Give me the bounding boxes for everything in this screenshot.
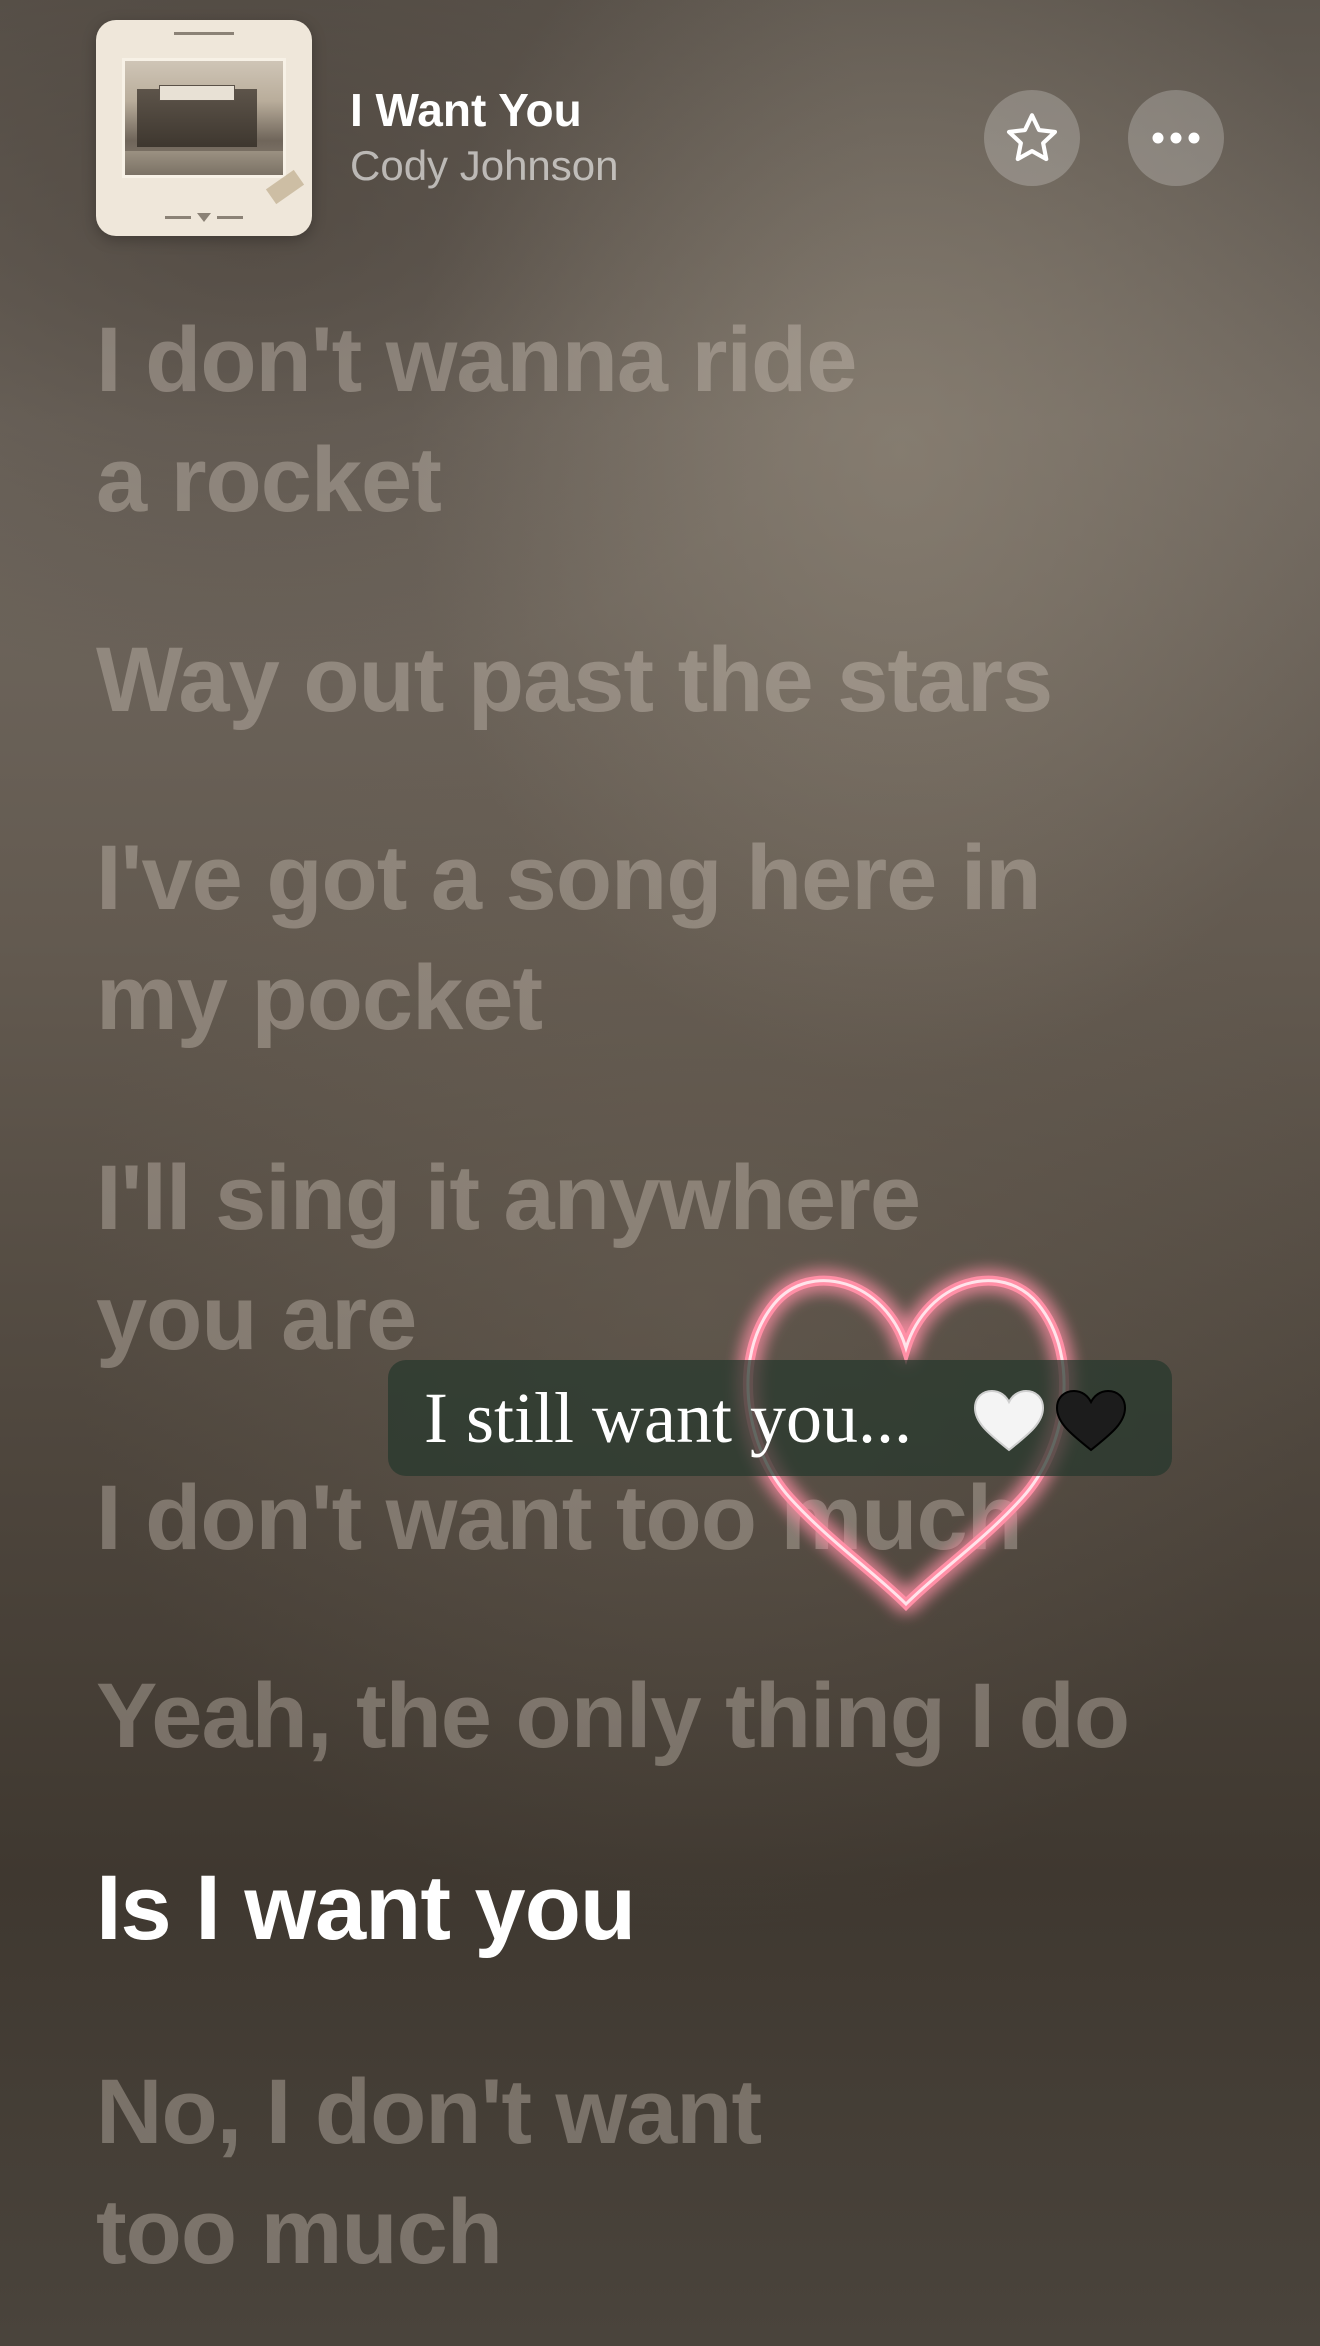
sticker-caption-text: I still want you...	[424, 1378, 912, 1458]
artwork-caption-bottom	[96, 213, 312, 222]
favorite-button[interactable]	[984, 90, 1080, 186]
lyric-line-active[interactable]: Is I want you	[96, 1848, 1276, 1968]
ellipsis-icon	[1152, 132, 1200, 144]
lyric-text: too much	[96, 2181, 503, 2283]
lyric-line[interactable]: No, I don't want too much	[96, 2052, 1276, 2292]
lyric-text: Is I want you	[96, 1857, 636, 1959]
lyric-text: I don't wanna ride	[96, 309, 857, 411]
artwork-ground	[125, 151, 283, 175]
lyric-line[interactable]: I've got a song here in my pocket	[96, 818, 1276, 1058]
song-artist[interactable]: Cody Johnson	[350, 140, 619, 192]
song-title[interactable]: I Want You	[350, 82, 582, 138]
lyric-text: No, I don't want	[96, 2061, 762, 2163]
artwork-sign	[159, 85, 235, 101]
lyric-text: I've got a song here in	[96, 827, 1042, 929]
black-heart-emoji	[1055, 1389, 1127, 1452]
star-icon	[1006, 113, 1058, 162]
sticker-caption[interactable]: I still want you...	[388, 1360, 1172, 1476]
more-options-button[interactable]	[1128, 90, 1224, 186]
album-artwork[interactable]	[96, 20, 312, 236]
lyric-text: Way out past the stars	[96, 629, 1053, 731]
lyric-text: Yeah, the only thing I do	[96, 1665, 1130, 1767]
lyric-text: a rocket	[96, 429, 442, 531]
artwork-caption-top	[96, 32, 312, 36]
artwork-photo	[122, 58, 286, 178]
now-playing-header: I Want You Cody Johnson	[0, 0, 1320, 250]
lyric-line[interactable]: Way out past the stars	[96, 620, 1276, 740]
lyric-line[interactable]: Yeah, the only thing I do	[96, 1656, 1276, 1776]
lyric-line[interactable]: I don't wanna ride a rocket	[96, 300, 1276, 540]
lyric-text: my pocket	[96, 947, 543, 1049]
white-heart-emoji	[973, 1389, 1045, 1452]
